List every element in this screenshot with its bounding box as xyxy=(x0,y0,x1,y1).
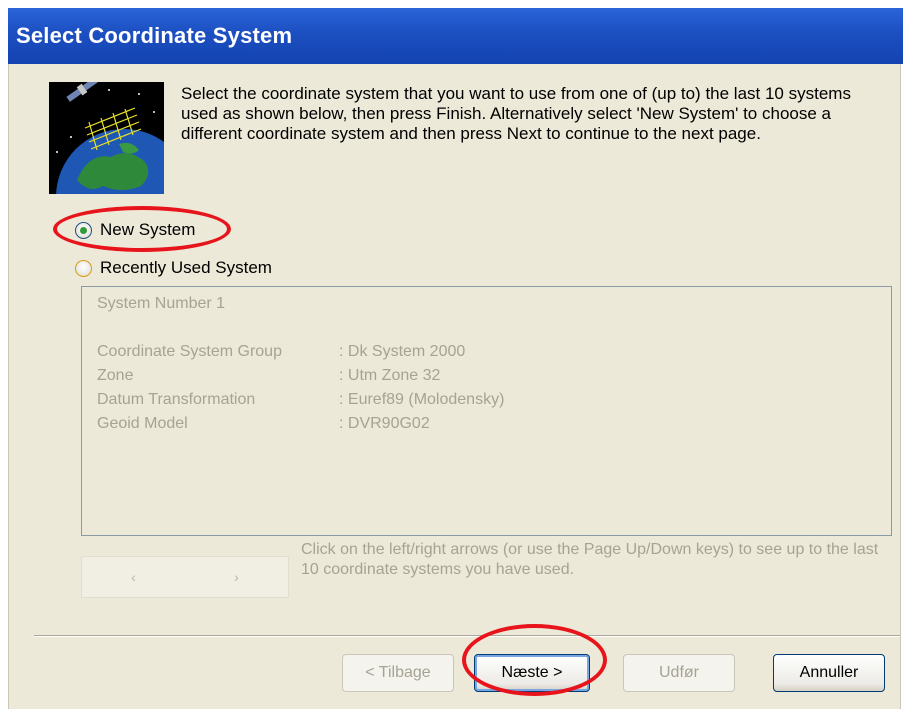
navigation-hint: Click on the left/right arrows (or use t… xyxy=(301,541,879,578)
nav-left-arrow-icon[interactable]: ‹ xyxy=(131,569,136,585)
recent-system-option[interactable]: Recently Used System xyxy=(75,258,272,278)
finish-button[interactable]: Udfør xyxy=(623,654,735,692)
instructions-text: Select the coordinate system that you wa… xyxy=(181,84,851,143)
detail-value: : Utm Zone 32 xyxy=(339,367,441,384)
title-bar: Select Coordinate System xyxy=(8,8,903,64)
dialog-window: Select Coordinate System Select the coor… xyxy=(0,0,911,709)
history-scroller[interactable]: ‹ › xyxy=(81,556,289,598)
nav-right-arrow-icon[interactable]: › xyxy=(234,569,239,585)
new-system-option[interactable]: New System xyxy=(75,220,195,240)
detail-key: Datum Transformation xyxy=(97,391,256,408)
divider xyxy=(34,635,900,637)
detail-value: : DVR90G02 xyxy=(339,415,430,432)
radio-selected-icon[interactable] xyxy=(75,221,92,239)
detail-key: Coordinate System Group xyxy=(97,343,282,360)
new-system-label: New System xyxy=(100,220,196,239)
globe-satellite-icon xyxy=(49,82,164,194)
system-number: System Number 1 xyxy=(97,295,226,312)
recent-system-panel: System Number 1 Coordinate System Group … xyxy=(81,286,892,536)
cancel-button[interactable]: Annuller xyxy=(773,654,885,692)
dialog-body: Select the coordinate system that you wa… xyxy=(8,64,901,709)
detail-value: : Dk System 2000 xyxy=(339,343,466,360)
dialog-title: Select Coordinate System xyxy=(16,23,293,48)
detail-key: Zone xyxy=(97,367,134,384)
detail-key: Geoid Model xyxy=(97,415,188,432)
radio-unselected-icon[interactable] xyxy=(75,259,92,277)
detail-value: : Euref89 (Molodensky) xyxy=(339,391,505,408)
next-button[interactable]: Næste > xyxy=(474,654,590,692)
back-button[interactable]: < Tilbage xyxy=(342,654,454,692)
recent-system-label: Recently Used System xyxy=(100,258,272,277)
